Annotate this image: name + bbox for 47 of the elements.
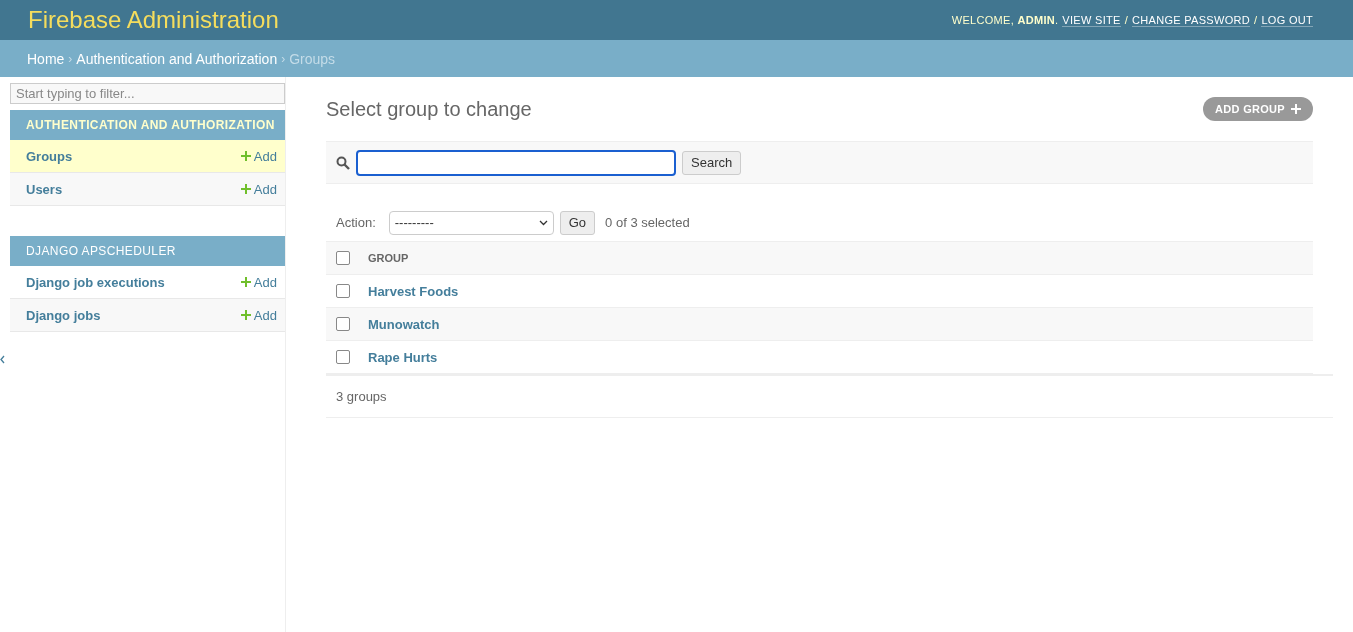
add-link[interactable]: Add xyxy=(240,274,277,290)
page-title: Select group to change xyxy=(326,97,532,121)
plus-icon xyxy=(240,277,251,287)
group-link[interactable]: Munowatch xyxy=(368,316,440,332)
chevron-icon xyxy=(538,219,548,226)
breadcrumb-separator: › xyxy=(68,51,73,66)
search-icon xyxy=(336,155,350,170)
add-group-button[interactable]: ADD GROUP xyxy=(1203,97,1313,121)
row-checkbox[interactable] xyxy=(336,350,350,364)
welcome-text: WELCOME, ADMIN. xyxy=(951,14,1059,26)
column-header[interactable]: GROUP xyxy=(368,252,409,264)
separator: / xyxy=(1254,14,1258,26)
header-link[interactable]: CHANGE PASSWORD xyxy=(1132,13,1251,27)
plus-icon xyxy=(240,184,251,194)
select-all-checkbox[interactable] xyxy=(336,251,350,265)
row-checkbox[interactable] xyxy=(336,284,350,298)
collapse-icon[interactable] xyxy=(0,355,5,364)
add-link[interactable]: Add xyxy=(240,148,277,164)
app-caption[interactable]: DJANGO APSCHEDULER xyxy=(10,236,285,266)
model-link[interactable]: Django jobs xyxy=(26,307,101,323)
separator: / xyxy=(1124,14,1129,26)
selection-counter: 0 of 3 selected xyxy=(605,215,690,230)
filter-field[interactable]: Start typing to filter... xyxy=(10,83,285,104)
result-count: 3 groups xyxy=(336,389,387,404)
plus-icon xyxy=(240,151,251,161)
action-label: Action: xyxy=(336,215,376,230)
plus-icon xyxy=(1291,104,1301,114)
row-checkbox[interactable] xyxy=(336,317,350,331)
breadcrumb[interactable]: Home xyxy=(27,50,65,67)
go-button[interactable]: Go xyxy=(559,210,596,235)
header-link[interactable]: LOG OUT xyxy=(1261,13,1313,27)
site-title: Firebase Administration xyxy=(28,6,279,34)
breadcrumb-separator: › xyxy=(281,51,286,66)
add-link[interactable]: Add xyxy=(240,307,277,323)
model-link[interactable]: Groups xyxy=(26,148,73,164)
app-caption[interactable]: AUTHENTICATION AND AUTHORIZATION xyxy=(10,110,285,140)
plus-icon xyxy=(240,310,251,320)
breadcrumb[interactable]: Authentication and Authorization xyxy=(76,50,278,67)
action-select[interactable]: --------- xyxy=(388,210,554,235)
add-link[interactable]: Add xyxy=(240,181,277,197)
search-field[interactable] xyxy=(356,149,676,176)
search-button[interactable]: Search xyxy=(682,150,742,175)
group-link[interactable]: Rape Hurts xyxy=(368,349,438,365)
group-link[interactable]: Harvest Foods xyxy=(368,283,459,299)
model-link[interactable]: Django job executions xyxy=(26,274,165,290)
header-link[interactable]: VIEW SITE xyxy=(1062,13,1121,27)
model-link[interactable]: Users xyxy=(26,181,63,197)
